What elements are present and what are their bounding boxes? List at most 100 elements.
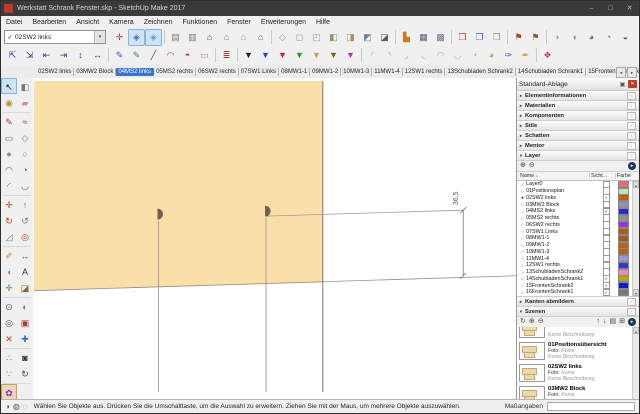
dim-tool-4-icon[interactable]: ⇥ bbox=[55, 47, 72, 64]
rectangle-tool[interactable]: ▭ bbox=[1, 129, 17, 145]
menu-item[interactable]: Ansicht bbox=[71, 19, 104, 26]
select-tool[interactable]: ↖ bbox=[1, 78, 17, 94]
section-detail-icon[interactable]: ▫ bbox=[627, 102, 636, 110]
dim-tool-2-icon[interactable]: ⇲ bbox=[21, 47, 38, 64]
layer-radio[interactable]: ○ bbox=[519, 189, 526, 194]
scene-tab[interactable]: 02SW2 links bbox=[36, 68, 74, 76]
line-tool-icon[interactable]: ╱ bbox=[145, 47, 162, 64]
followme-8-icon[interactable]: ◕ bbox=[483, 47, 500, 64]
shell-blue-icon[interactable]: ◕ bbox=[583, 29, 600, 46]
move-scene-down-icon[interactable]: ↓ bbox=[603, 317, 607, 327]
layers-column-header[interactable]: Name ▵ Sicht... Farbe bbox=[517, 171, 639, 181]
dim-tool-3-icon[interactable]: ⇤ bbox=[38, 47, 55, 64]
scene-list-item[interactable]: 02SW2 links Foto: Keine Keine Beschreibu… bbox=[517, 362, 639, 384]
toolbar-icon[interactable] bbox=[451, 30, 452, 44]
toolbar-icon[interactable] bbox=[546, 30, 547, 44]
render-wireframe-icon[interactable]: ◻ bbox=[291, 29, 308, 46]
menu-item[interactable]: Funktionen bbox=[177, 19, 222, 26]
front-view-icon[interactable]: ⌂ bbox=[235, 29, 252, 46]
iso-view-icon[interactable]: ⌂ bbox=[201, 29, 218, 46]
zoom-tool[interactable]: ◎ bbox=[1, 314, 17, 330]
scene-tab[interactable]: 13Schubladen Schrank2 bbox=[445, 68, 515, 76]
line-tool[interactable]: ✎ bbox=[1, 113, 17, 129]
credits-icon[interactable]: ◍ bbox=[13, 401, 20, 413]
scene-tab[interactable]: 07SW1 Links bbox=[239, 68, 279, 76]
camera-tool[interactable]: ◙ bbox=[17, 349, 33, 365]
view-tool-icon-1[interactable]: ◈ bbox=[128, 29, 145, 46]
layer-radio[interactable]: ○ bbox=[519, 263, 526, 268]
section-detail-icon[interactable]: ▫ bbox=[627, 298, 636, 306]
menu-item[interactable]: Fenster bbox=[222, 19, 256, 26]
scroll-up-icon[interactable]: ▴ bbox=[633, 181, 639, 188]
minimize-button[interactable]: – bbox=[582, 1, 601, 16]
render-backedges-icon[interactable]: ◪ bbox=[376, 29, 393, 46]
section-detail-icon[interactable]: ▫ bbox=[627, 92, 636, 100]
update-scene-icon[interactable]: ↻ bbox=[520, 317, 526, 327]
export-blue-icon[interactable]: ❒ bbox=[471, 29, 488, 46]
layer-radio[interactable]: ○ bbox=[519, 222, 526, 227]
scene-tab[interactable]: 11MW1-4 bbox=[372, 68, 403, 76]
chevron-down-icon[interactable]: ▾ bbox=[94, 31, 105, 43]
layer-details-icon[interactable]: ▸ bbox=[628, 162, 636, 170]
followme-1-icon[interactable]: ◜ bbox=[364, 47, 381, 64]
section-detail-icon[interactable]: ▫ bbox=[627, 152, 636, 160]
layers-section-bar[interactable]: ▾ Layer ▫ bbox=[517, 151, 639, 161]
add-layer-icon[interactable]: ⊕ bbox=[520, 161, 526, 171]
layer-radio[interactable]: ○ bbox=[519, 209, 526, 214]
pie-tool[interactable]: ◔ bbox=[17, 161, 33, 177]
extension-tool[interactable]: ✿ bbox=[1, 384, 17, 400]
menu-item[interactable]: Zeichnen bbox=[139, 19, 178, 26]
dim-tool-5-icon[interactable]: ↕ bbox=[72, 47, 89, 64]
section-detail-icon[interactable]: ▫ bbox=[627, 122, 636, 130]
pen-blue-icon[interactable]: ✑ bbox=[500, 47, 517, 64]
toolbar-icon[interactable] bbox=[507, 30, 508, 44]
make-component-tool[interactable]: ◧ bbox=[17, 78, 33, 94]
rotated-rectangle-tool[interactable]: ◇ bbox=[17, 129, 33, 145]
followme-5-icon[interactable]: ◠ bbox=[432, 47, 449, 64]
show-details-icon[interactable]: ⊞ bbox=[619, 317, 625, 327]
axes-compass-icon[interactable]: ✛ bbox=[111, 29, 128, 46]
drill-magenta-icon[interactable]: ▼ bbox=[342, 47, 359, 64]
follow-me-tool[interactable]: ↺ bbox=[17, 212, 33, 228]
layer-radio[interactable]: ○ bbox=[519, 229, 526, 234]
render-shaded-icon[interactable]: ◧ bbox=[325, 29, 342, 46]
tray-section-bar[interactable]: ▸ Elementinformationen ▫ bbox=[517, 91, 639, 101]
menu-item[interactable]: Erweiterungen bbox=[256, 19, 311, 26]
cabinet-side-panel-face[interactable] bbox=[34, 81, 323, 291]
tray-close-icon[interactable]: ✕ bbox=[628, 80, 637, 88]
scene-tab[interactable]: 04MS2 links bbox=[116, 68, 154, 76]
arc-tool[interactable]: ◠ bbox=[1, 161, 17, 177]
pattern-icon[interactable]: ▩ bbox=[432, 29, 449, 46]
scene-tab[interactable]: 10MW1-3 bbox=[341, 68, 372, 76]
layer-visible-checkbox[interactable]: ✓ bbox=[603, 289, 611, 297]
layer-radio[interactable]: ○ bbox=[519, 202, 526, 207]
layer-row[interactable]: ○ 16FrontenSchrank1 ✓ bbox=[517, 289, 639, 296]
scale-tool[interactable]: ◿ bbox=[1, 228, 17, 244]
layer-radio[interactable]: ○ bbox=[519, 256, 526, 261]
drill-green-icon[interactable]: ▼ bbox=[291, 47, 308, 64]
select-pink-icon[interactable]: ❖ bbox=[539, 47, 556, 64]
close-button[interactable]: ✕ bbox=[620, 1, 639, 16]
shell-green-icon[interactable]: ◖ bbox=[566, 29, 583, 46]
followme-6-icon[interactable]: ◡ bbox=[449, 47, 466, 64]
arc4-tool[interactable]: ◡ bbox=[17, 177, 33, 193]
menu-item[interactable]: Kamera bbox=[104, 19, 139, 26]
scene-details-icon[interactable]: ▸ bbox=[628, 318, 636, 326]
layer-radio[interactable]: ○ bbox=[519, 290, 526, 295]
measurements-input[interactable] bbox=[547, 402, 635, 411]
followme-7-icon[interactable]: ◔ bbox=[466, 47, 483, 64]
footprints-tool[interactable]: ∵ bbox=[1, 365, 17, 381]
drawing-canvas[interactable]: 36,5 bbox=[33, 78, 516, 399]
toolbar-icon[interactable] bbox=[108, 48, 109, 62]
drill-red-icon[interactable]: ▼ bbox=[274, 47, 291, 64]
toolbar-icon[interactable] bbox=[536, 48, 537, 62]
scene-list-item[interactable]: 01Positionsübersicht Foto: Keine Keine B… bbox=[517, 340, 639, 362]
render-textured-icon[interactable]: ◨ bbox=[342, 29, 359, 46]
layer-radio[interactable]: ○ bbox=[519, 216, 526, 221]
pan-tool[interactable]: ✚ bbox=[17, 330, 33, 346]
toolbar-icon[interactable] bbox=[395, 30, 396, 44]
section-plane-tool[interactable]: ◪ bbox=[17, 279, 33, 295]
stack-view-icon[interactable]: ▤ bbox=[167, 29, 184, 46]
walk-tool[interactable]: ∴ bbox=[1, 349, 17, 365]
back-view-icon[interactable]: ⌂ bbox=[252, 29, 269, 46]
